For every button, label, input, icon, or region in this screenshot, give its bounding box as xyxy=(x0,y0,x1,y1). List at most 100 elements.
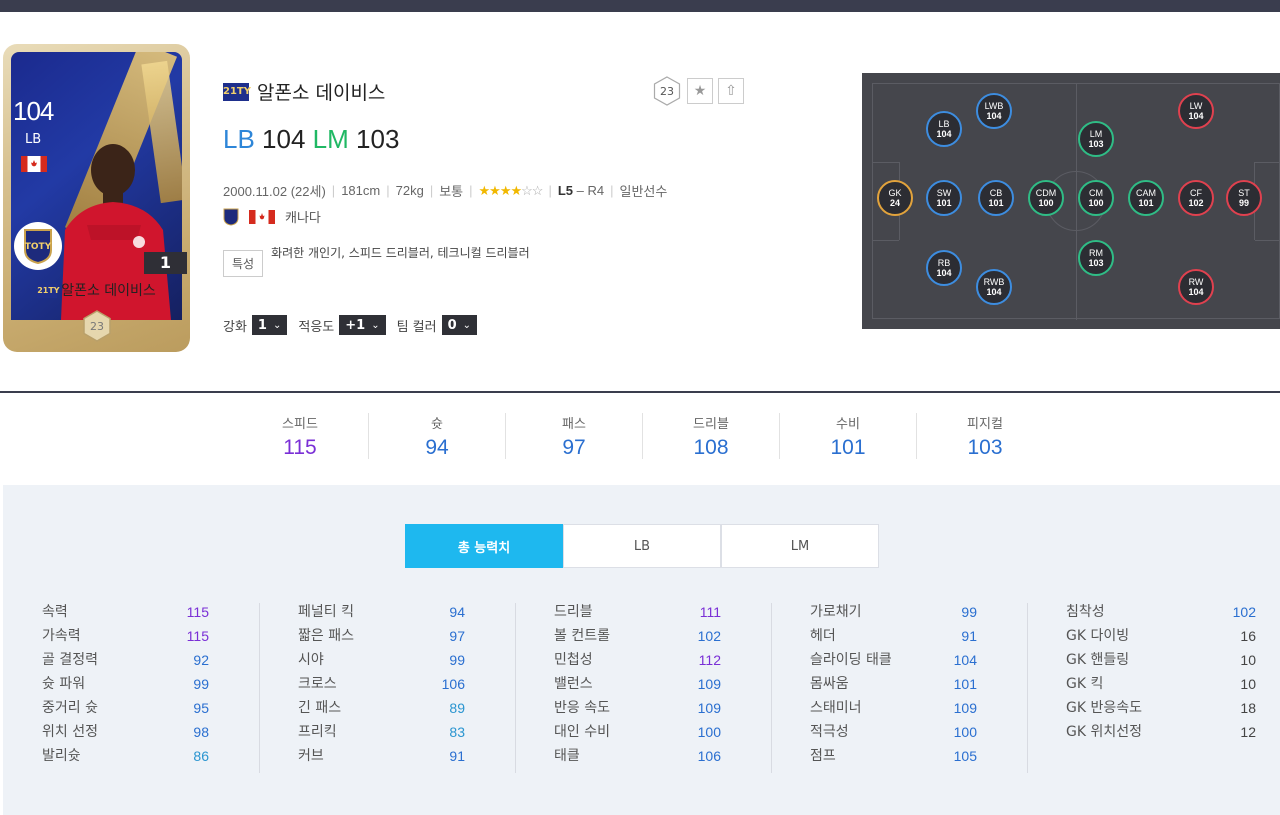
pitch-node-rating: 104 xyxy=(936,268,952,278)
stat-name: 반응 속도 xyxy=(554,700,610,716)
stat-value: 91 xyxy=(961,628,977,644)
pitch-node-lm[interactable]: LM 103 xyxy=(1078,121,1114,157)
pitch-node-position: LW xyxy=(1189,101,1203,111)
stat-name: 짧은 패스 xyxy=(298,628,354,644)
birth: 2000.11.02 (22세) xyxy=(223,184,326,199)
pitch-node-position: LB xyxy=(938,119,950,129)
pitch-node-cam[interactable]: CAM 101 xyxy=(1128,180,1164,216)
stat-name: 드리블 xyxy=(554,604,593,620)
player-header: 21TY 알폰소 데이비스 xyxy=(223,78,385,105)
player-name: 알폰소 데이비스 xyxy=(257,82,386,104)
stat-row: 밸런스 109 xyxy=(554,675,721,699)
tab-lb[interactable]: LB xyxy=(563,524,721,568)
pitch-node-position: CF xyxy=(1190,188,1202,198)
stat-row: 드리블 111 xyxy=(554,603,721,627)
adapt-select[interactable]: +1 ⌄ xyxy=(339,315,386,335)
stat-row: 커브 91 xyxy=(298,747,465,771)
stat-column: 드리블 111 볼 컨트롤 102 민첩성 112 밸런스 109 반응 속도 109 대인 수비 1… xyxy=(554,603,721,771)
stat-name: 민첩성 xyxy=(554,652,593,668)
stat-value: 18 xyxy=(1240,700,1256,716)
traits-list: 화려한 개인기, 스피드 드리블러, 테크니컬 드리블러 xyxy=(271,246,530,260)
pitch-node-cf[interactable]: CF 102 xyxy=(1178,180,1214,216)
stat-value: 12 xyxy=(1240,724,1256,740)
summary-shoot: 슛 94 xyxy=(425,417,449,459)
stat-value: 111 xyxy=(699,604,721,620)
stat-row: 슛 파워 99 xyxy=(42,675,209,699)
stat-name: GK 다이빙 xyxy=(1066,628,1130,644)
pitch-node-cdm[interactable]: CDM 100 xyxy=(1028,180,1064,216)
upgrade-button[interactable]: ⇧ xyxy=(718,78,744,104)
adapt-label: 적응도 xyxy=(298,319,335,335)
stat-row: 볼 컨트롤 102 xyxy=(554,627,721,651)
stat-value: 102 xyxy=(1232,604,1256,620)
stat-name: 발리슛 xyxy=(42,748,81,764)
stat-value: 98 xyxy=(193,724,209,740)
stat-value: 104 xyxy=(953,652,977,668)
stat-value: 95 xyxy=(193,700,209,716)
pitch-node-lb[interactable]: LB 104 xyxy=(926,111,962,147)
height: 181cm xyxy=(341,183,381,198)
traits-label: 특성 xyxy=(223,250,264,277)
stat-row: 가로채기 99 xyxy=(810,603,977,627)
position-pitch: GK 24 SW 101 LB 104 CB 101 RB 104 LWB 104 RWB 104 CDM 1… xyxy=(862,73,1280,329)
nation-name: 캐나다 xyxy=(285,211,321,226)
pitch-node-position: RW xyxy=(1188,277,1204,287)
top-bar xyxy=(0,0,1280,12)
teamcolor-select[interactable]: 0 ⌄ xyxy=(441,315,478,335)
pitch-node-sw[interactable]: SW 101 xyxy=(926,180,962,216)
pitch-node-rwb[interactable]: RWB 104 xyxy=(976,269,1012,305)
pitch-node-lw[interactable]: LW 104 xyxy=(1178,93,1214,129)
pitch-node-lwb[interactable]: LWB 104 xyxy=(976,93,1012,129)
pitch-node-position: CAM xyxy=(1136,188,1156,198)
pitch-node-rating: 104 xyxy=(1188,287,1204,297)
enhance-select[interactable]: 1 ⌄ xyxy=(251,315,288,335)
stat-value: 99 xyxy=(449,652,465,668)
pitch-node-cb[interactable]: CB 101 xyxy=(978,180,1014,216)
chevron-down-icon: ⌄ xyxy=(371,319,380,331)
tab-lm[interactable]: LM xyxy=(721,524,879,568)
card-season-tag: 21TY xyxy=(37,284,60,298)
pitch-node-rating: 104 xyxy=(986,287,1002,297)
stat-value: 102 xyxy=(697,628,721,644)
pitch-node-rating: 101 xyxy=(936,198,952,208)
stat-name: GK 반응속도 xyxy=(1066,700,1142,716)
stat-value: 99 xyxy=(961,604,977,620)
pitch-node-gk[interactable]: GK 24 xyxy=(877,180,913,216)
action-buttons: 23 ★ ⇧ xyxy=(652,76,744,106)
stat-row: 가속력 115 xyxy=(42,627,209,651)
summary-dribble: 드리블 108 xyxy=(693,417,729,459)
player-card[interactable]: 104 LB TOTY 1 21TY 알폰소 데이비스 23 xyxy=(3,44,190,352)
pitch-node-cm[interactable]: CM 100 xyxy=(1078,180,1114,216)
svg-text:TOTY: TOTY xyxy=(25,242,52,252)
stat-name: 볼 컨트롤 xyxy=(554,628,610,644)
pitch-node-position: CB xyxy=(989,188,1003,198)
stat-name: 대인 수비 xyxy=(554,724,610,740)
stat-name: 페널티 킥 xyxy=(298,604,354,620)
stat-name: 태클 xyxy=(554,748,580,764)
card-overall: 104 xyxy=(13,96,54,126)
pos1-value: 104 xyxy=(262,124,306,154)
stat-row: 시야 99 xyxy=(298,651,465,675)
stat-row: GK 핸들링 10 xyxy=(1066,651,1256,675)
pitch-node-position: ST xyxy=(1238,188,1250,198)
star-icon: ★ xyxy=(693,83,707,99)
tab-total[interactable]: 총 능력치 xyxy=(405,524,563,568)
pitch-node-rb[interactable]: RB 104 xyxy=(926,250,962,286)
pos2-label: LM xyxy=(312,124,349,154)
favorite-star-button[interactable]: ★ xyxy=(687,78,713,104)
stat-value: 10 xyxy=(1240,676,1256,692)
pitch-node-st[interactable]: ST 99 xyxy=(1226,180,1262,216)
pitch-node-rm[interactable]: RM 103 xyxy=(1078,240,1114,276)
stat-row: 민첩성 112 xyxy=(554,651,721,675)
column-divider xyxy=(1027,603,1028,773)
stat-row: 긴 패스 89 xyxy=(298,699,465,723)
pitch-node-rating: 104 xyxy=(1188,111,1204,121)
column-divider xyxy=(771,603,772,773)
card-level: 1 xyxy=(144,252,187,274)
stat-value: 92 xyxy=(193,652,209,668)
stat-name: 긴 패스 xyxy=(298,700,342,716)
pitch-node-rating: 99 xyxy=(1238,198,1249,208)
pitch-node-rw[interactable]: RW 104 xyxy=(1178,269,1214,305)
stat-name: 가로채기 xyxy=(810,604,862,620)
column-divider xyxy=(259,603,260,773)
